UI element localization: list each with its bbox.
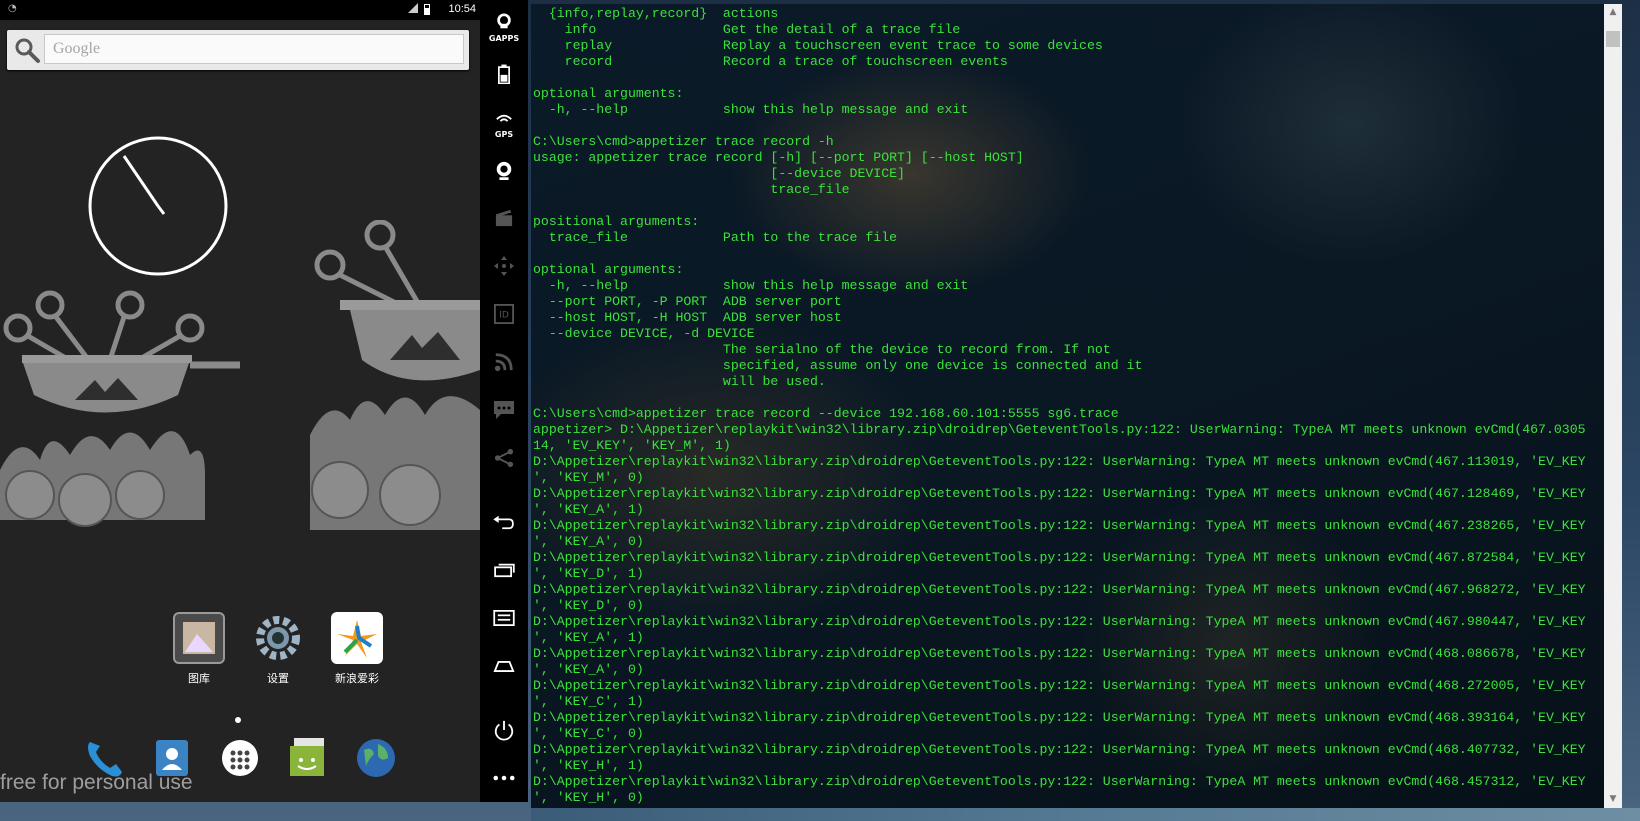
- console-line: optional arguments:: [533, 86, 684, 101]
- console-line: {info,replay,record} actions: [533, 6, 779, 21]
- battery-status-icon: [424, 4, 430, 15]
- console-line: The serialno of the device to record fro…: [533, 342, 1111, 357]
- scrollbar-thumb[interactable]: [1606, 31, 1620, 47]
- console-line: specified, assume only one device is con…: [533, 358, 1143, 373]
- console-line: [--device DEVICE]: [533, 166, 905, 181]
- signal-icon: [408, 3, 418, 13]
- app-drawer-icon[interactable]: [218, 736, 262, 780]
- console-output: {info,replay,record} actions info Get th…: [531, 4, 1621, 806]
- console-line: D:\Appetizer\replaykit\win32\library.zip…: [533, 518, 1586, 533]
- console-scrollbar[interactable]: ▲ ▼: [1604, 4, 1622, 808]
- search-input[interactable]: Google: [44, 34, 464, 64]
- app-label: 新浪爱彩: [335, 672, 379, 685]
- back-icon[interactable]: [480, 506, 528, 538]
- gapps-icon[interactable]: GAPPS: [480, 10, 528, 43]
- console-line: will be used.: [533, 374, 826, 389]
- command-prompt-window[interactable]: {info,replay,record} actions info Get th…: [531, 4, 1621, 808]
- console-line: -h, --help show this help message and ex…: [533, 278, 969, 293]
- console-line: D:\Appetizer\replaykit\win32\library.zip…: [533, 742, 1586, 757]
- sms-icon[interactable]: [480, 394, 528, 426]
- console-line: ', 'KEY_C', 1): [533, 694, 644, 709]
- app-sina-lottery[interactable]: 新浪爱彩: [322, 612, 392, 686]
- console-line: ', 'KEY_A', 1): [533, 630, 644, 645]
- more-icon[interactable]: [480, 762, 528, 794]
- rss-icon[interactable]: [480, 346, 528, 378]
- status-time: 10:54: [448, 3, 476, 15]
- console-line: D:\Appetizer\replaykit\win32\library.zip…: [533, 678, 1586, 693]
- analog-clock-widget[interactable]: [86, 134, 230, 278]
- svg-text:ID: ID: [499, 311, 509, 321]
- console-line: ', 'KEY_A', 1): [533, 502, 644, 517]
- console-line: D:\Appetizer\replaykit\win32\library.zip…: [533, 710, 1586, 725]
- dpad-icon[interactable]: [480, 250, 528, 282]
- console-line: appetizer> D:\Appetizer\replaykit\win32\…: [533, 422, 1586, 437]
- console-line: trace_file Path to the trace file: [533, 230, 898, 245]
- console-line: ', 'KEY_D', 1): [533, 566, 644, 581]
- android-emulator-screen[interactable]: ◔ 10:54 Google 图库 设置 新浪爱彩 free for perso…: [0, 0, 480, 802]
- wallpaper-fondue-illustration-2: [310, 220, 480, 530]
- emulator-toolbar: GAPPS GPS ID: [480, 0, 528, 802]
- console-line: C:\Users\cmd>appetizer trace record --de…: [533, 406, 1119, 421]
- console-line: C:\Users\cmd>appetizer trace record -h: [533, 134, 834, 149]
- settings-gear-icon[interactable]: [252, 612, 304, 664]
- console-line: trace_file: [533, 182, 850, 197]
- console-line: D:\Appetizer\replaykit\win32\library.zip…: [533, 774, 1586, 789]
- console-line: ', 'KEY_A', 0): [533, 534, 644, 549]
- console-line: ', 'KEY_D', 0): [533, 598, 644, 613]
- console-line: ', 'KEY_H', 0): [533, 790, 644, 805]
- sina-lottery-icon[interactable]: [331, 612, 383, 664]
- messaging-icon[interactable]: [286, 736, 330, 780]
- scroll-up-arrow-icon[interactable]: ▲: [1604, 4, 1622, 21]
- console-line: D:\Appetizer\replaykit\win32\library.zip…: [533, 582, 1586, 597]
- console-line: positional arguments:: [533, 214, 700, 229]
- console-line: D:\Appetizer\replaykit\win32\library.zip…: [533, 454, 1586, 469]
- status-bar: ◔ 10:54: [0, 0, 480, 20]
- gallery-icon[interactable]: [173, 612, 225, 664]
- console-line: D:\Appetizer\replaykit\win32\library.zip…: [533, 614, 1586, 629]
- console-line: usage: appetizer trace record [-h] [--po…: [533, 150, 1024, 165]
- app-settings[interactable]: 设置: [243, 612, 313, 686]
- console-line: -h, --help show this help message and ex…: [533, 102, 969, 117]
- console-line: ', 'KEY_H', 1): [533, 758, 644, 773]
- battery-icon[interactable]: [480, 58, 528, 90]
- console-line: D:\Appetizer\replaykit\win32\library.zip…: [533, 646, 1586, 661]
- console-line: ', 'KEY_M', 0): [533, 470, 644, 485]
- home-icon[interactable]: [480, 650, 528, 682]
- console-line: record Record a trace of touchscreen eve…: [533, 54, 1008, 69]
- console-line: --host HOST, -H HOST ADB server host: [533, 310, 842, 325]
- console-line: optional arguments:: [533, 262, 684, 277]
- clapper-icon[interactable]: [480, 202, 528, 234]
- camera-icon[interactable]: [480, 154, 528, 186]
- gps-icon[interactable]: GPS: [480, 106, 528, 139]
- watermark-text: free for personal use: [0, 771, 193, 794]
- app-label: 图库: [188, 672, 210, 685]
- scroll-down-arrow-icon[interactable]: ▼: [1604, 791, 1622, 808]
- device-id-icon[interactable]: ID: [480, 298, 528, 330]
- console-line: D:\Appetizer\replaykit\win32\library.zip…: [533, 486, 1586, 501]
- browser-globe-icon[interactable]: [354, 736, 398, 780]
- menu-icon[interactable]: [480, 602, 528, 634]
- console-line: D:\Appetizer\replaykit\win32\library.zip…: [533, 550, 1586, 565]
- console-line: --device DEVICE, -d DEVICE: [533, 326, 755, 341]
- search-icon[interactable]: [13, 36, 41, 64]
- app-gallery[interactable]: 图库: [164, 612, 234, 686]
- desktop-background: [531, 808, 1640, 821]
- gapps-label: GAPPS: [488, 34, 520, 43]
- console-line: info Get the detail of a trace file: [533, 22, 961, 37]
- recent-apps-icon[interactable]: [480, 554, 528, 586]
- app-label: 设置: [267, 672, 289, 685]
- console-line: --port PORT, -P PORT ADB server port: [533, 294, 842, 309]
- wallpaper-fondue-illustration: [0, 290, 240, 527]
- console-line: ', 'KEY_C', 0): [533, 726, 644, 741]
- console-line: replay Replay a touchscreen event trace …: [533, 38, 1103, 53]
- console-line: ', 'KEY_A', 0): [533, 662, 644, 677]
- gps-label: GPS: [494, 130, 514, 139]
- google-search-widget[interactable]: Google: [7, 30, 469, 70]
- share-icon[interactable]: [480, 442, 528, 474]
- page-indicator: [235, 717, 241, 723]
- console-line: 14, 'EV_KEY', 'KEY_M', 1): [533, 438, 731, 453]
- wifi-icon: ◔: [8, 3, 17, 14]
- power-icon[interactable]: [480, 714, 528, 746]
